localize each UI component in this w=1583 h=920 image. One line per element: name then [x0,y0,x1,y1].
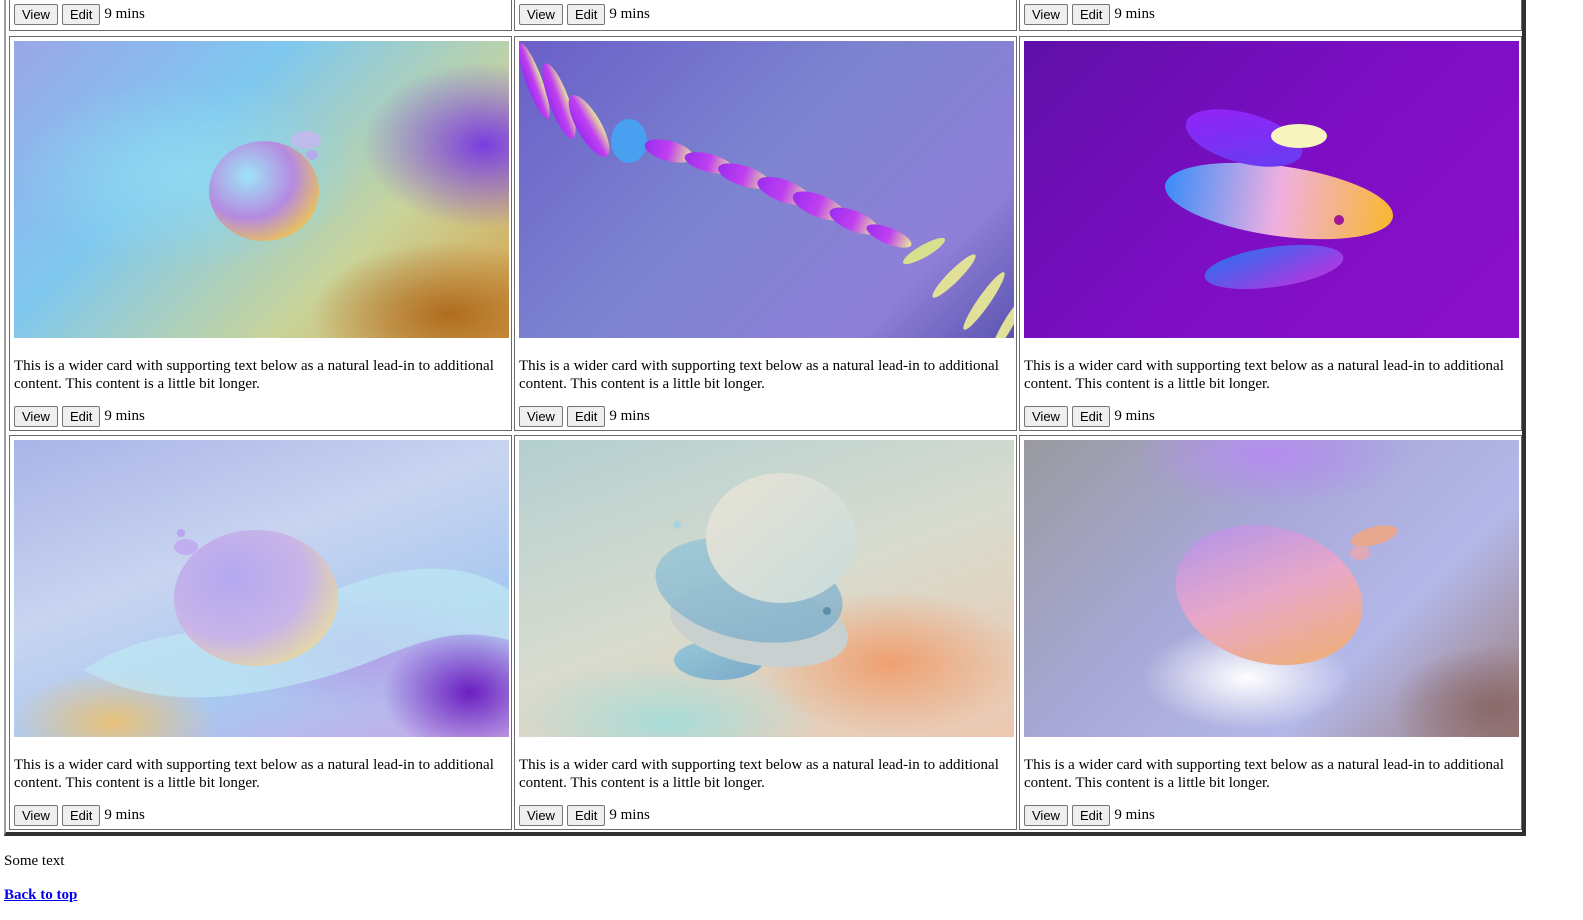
card-image [518,41,1016,353]
card-actions: View Edit 9 mins [519,3,650,25]
edit-button[interactable]: Edit [1071,804,1111,826]
card-text: This is a wider card with supporting tex… [1024,358,1504,392]
card-text: This is a wider card with supporting tex… [1024,757,1504,791]
edit-button[interactable]: Edit [566,405,606,427]
view-button[interactable]: View [14,804,58,826]
time-label: 9 mins [104,5,145,22]
time-label: 9 mins [609,5,650,22]
view-button[interactable]: View [1024,804,1068,826]
card-actions: View Edit 9 mins [14,3,145,25]
album-grid: View Edit 9 mins View Edit 9 mins View E… [4,0,1526,836]
edit-button[interactable]: Edit [1071,405,1111,427]
edit-button[interactable]: Edit [61,405,101,427]
card-actions: View Edit 9 mins [1024,3,1155,25]
view-button[interactable]: View [14,3,58,25]
footer-text: Some text [4,853,65,869]
card-image [1024,41,1519,338]
card: This is a wider card with supporting tex… [514,36,1017,431]
edit-button[interactable]: Edit [566,804,606,826]
view-button[interactable]: View [1024,3,1068,25]
card: This is a wider card with supporting tex… [1019,36,1522,431]
card: View Edit 9 mins [1019,0,1522,31]
time-label: 9 mins [609,806,650,823]
edit-button[interactable]: Edit [61,804,101,826]
view-button[interactable]: View [519,3,563,25]
card-image [14,41,509,338]
card-text: This is a wider card with supporting tex… [519,757,999,791]
view-button[interactable]: View [519,405,563,427]
time-label: 9 mins [1114,407,1155,424]
edit-button[interactable]: Edit [61,3,101,25]
time-label: 9 mins [1114,5,1155,22]
card: This is a wider card with supporting tex… [9,36,512,431]
time-label: 9 mins [1114,806,1155,823]
card: View Edit 9 mins [514,0,1017,31]
card-actions: View Edit 9 mins [14,405,145,427]
card-image [519,440,1014,737]
card-text: This is a wider card with supporting tex… [519,358,999,392]
card-actions: View Edit 9 mins [14,804,145,826]
card-text: This is a wider card with supporting tex… [14,358,494,392]
card: This is a wider card with supporting tex… [514,435,1017,830]
card: This is a wider card with supporting tex… [1019,435,1522,830]
time-label: 9 mins [104,407,145,424]
view-button[interactable]: View [519,804,563,826]
card: This is a wider card with supporting tex… [9,435,512,830]
edit-button[interactable]: Edit [1071,3,1111,25]
card-actions: View Edit 9 mins [519,804,650,826]
card-text: This is a wider card with supporting tex… [14,757,494,791]
view-button[interactable]: View [14,405,58,427]
card-actions: View Edit 9 mins [1024,405,1155,427]
edit-button[interactable]: Edit [566,3,606,25]
card-actions: View Edit 9 mins [1024,804,1155,826]
time-label: 9 mins [609,407,650,424]
card: View Edit 9 mins [9,0,512,31]
card-image [14,440,509,737]
back-to-top-link[interactable]: Back to top [4,887,77,904]
card-image [1024,440,1519,737]
time-label: 9 mins [104,806,145,823]
view-button[interactable]: View [1024,405,1068,427]
card-actions: View Edit 9 mins [519,405,650,427]
